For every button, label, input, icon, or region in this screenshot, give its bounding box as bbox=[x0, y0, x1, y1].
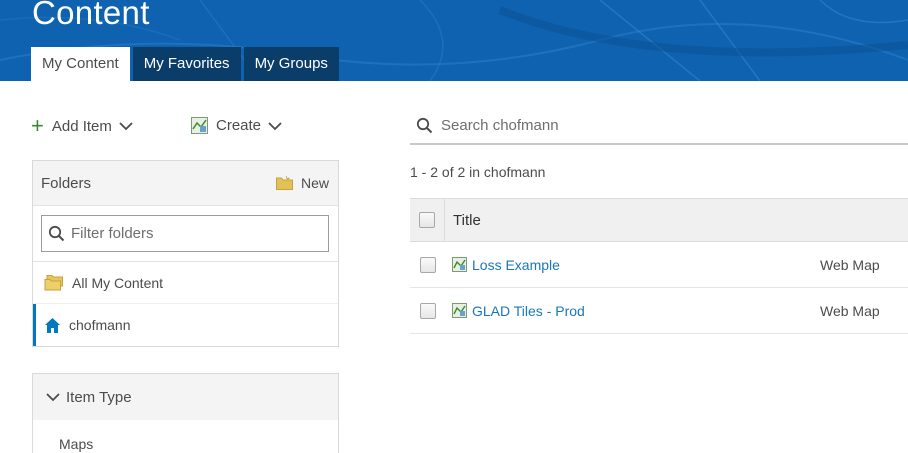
folders-heading: Folders bbox=[41, 174, 92, 192]
item-title-text: Loss Example bbox=[472, 256, 560, 273]
content-search-bar bbox=[410, 108, 908, 145]
folders-header: Folders New bbox=[33, 161, 338, 206]
new-folder-icon bbox=[275, 176, 293, 190]
table-row: GLAD Tiles - Prod Web Map bbox=[410, 288, 908, 334]
item-title-text: GLAD Tiles - Prod bbox=[472, 302, 585, 319]
item-type-toggle[interactable]: Item Type bbox=[33, 374, 338, 420]
folders-panel: Folders New All My Content chofmann bbox=[32, 160, 339, 347]
new-folder-label: New bbox=[300, 175, 329, 191]
folders-icon bbox=[44, 275, 63, 291]
web-map-icon bbox=[452, 303, 467, 318]
item-type-text: Web Map bbox=[820, 302, 880, 319]
item-type-heading: Item Type bbox=[66, 388, 132, 406]
header-banner: Content My Content My Favorites My Group… bbox=[0, 0, 908, 81]
home-icon bbox=[45, 317, 60, 333]
add-item-label: Add Item bbox=[51, 117, 112, 135]
plus-icon: + bbox=[31, 113, 44, 138]
tab-my-groups[interactable]: My Groups bbox=[243, 47, 339, 81]
folder-filter-container bbox=[33, 206, 338, 262]
table-header: Title bbox=[410, 198, 908, 242]
item-title-link[interactable]: GLAD Tiles - Prod bbox=[452, 303, 585, 319]
page-title: Content bbox=[32, 0, 150, 31]
add-item-button[interactable]: + Add Item bbox=[31, 113, 133, 138]
column-header-title[interactable]: Title bbox=[453, 212, 481, 229]
tab-my-favorites[interactable]: My Favorites bbox=[132, 47, 241, 81]
create-button[interactable]: Create bbox=[191, 117, 282, 134]
select-all-cell bbox=[410, 199, 445, 241]
folder-filter-box bbox=[41, 215, 329, 252]
content-search-input[interactable] bbox=[441, 117, 881, 134]
web-map-icon bbox=[452, 257, 467, 272]
results-table: Title Loss Example Web Map GLAD Tiles - bbox=[410, 198, 908, 334]
search-icon bbox=[416, 117, 433, 134]
folder-item-all-my-content[interactable]: All My Content bbox=[33, 262, 338, 304]
item-type-filter-panel: Item Type Maps bbox=[32, 373, 339, 453]
folder-item-label: chofmann bbox=[69, 317, 131, 333]
item-type-option-maps[interactable]: Maps bbox=[33, 420, 338, 452]
select-all-checkbox[interactable] bbox=[419, 212, 435, 228]
create-label: Create bbox=[216, 117, 262, 134]
results-count: 1 - 2 of 2 in chofmann bbox=[410, 164, 546, 180]
folder-filter-input[interactable] bbox=[71, 225, 311, 242]
web-map-icon bbox=[191, 117, 208, 134]
table-row: Loss Example Web Map bbox=[410, 242, 908, 288]
content-tabs: My Content My Favorites My Groups bbox=[31, 47, 339, 81]
item-title-link[interactable]: Loss Example bbox=[452, 257, 560, 273]
chevron-down-icon bbox=[119, 122, 133, 131]
tab-my-content[interactable]: My Content bbox=[31, 47, 130, 81]
item-type-text: Web Map bbox=[820, 256, 880, 273]
row-checkbox[interactable] bbox=[419, 256, 436, 273]
folder-item-label: All My Content bbox=[72, 274, 164, 291]
row-checkbox-cell bbox=[410, 256, 445, 273]
chevron-down-icon bbox=[268, 121, 282, 130]
search-icon bbox=[48, 225, 65, 242]
folder-item-chofmann[interactable]: chofmann bbox=[33, 304, 338, 346]
row-checkbox-cell bbox=[410, 302, 445, 319]
new-folder-button[interactable]: New bbox=[275, 175, 329, 191]
row-checkbox[interactable] bbox=[419, 302, 436, 319]
chevron-down-icon bbox=[46, 393, 60, 402]
